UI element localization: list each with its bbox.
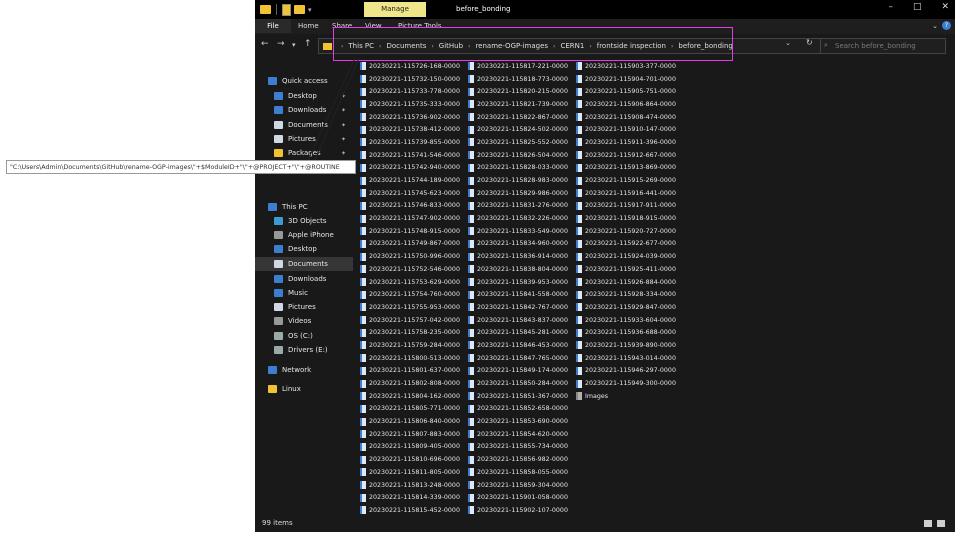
path-expression-callout: "C:\Users\Admin\Documents\GitHub\rename-… xyxy=(6,160,356,174)
callout-pointer-line xyxy=(307,57,359,161)
